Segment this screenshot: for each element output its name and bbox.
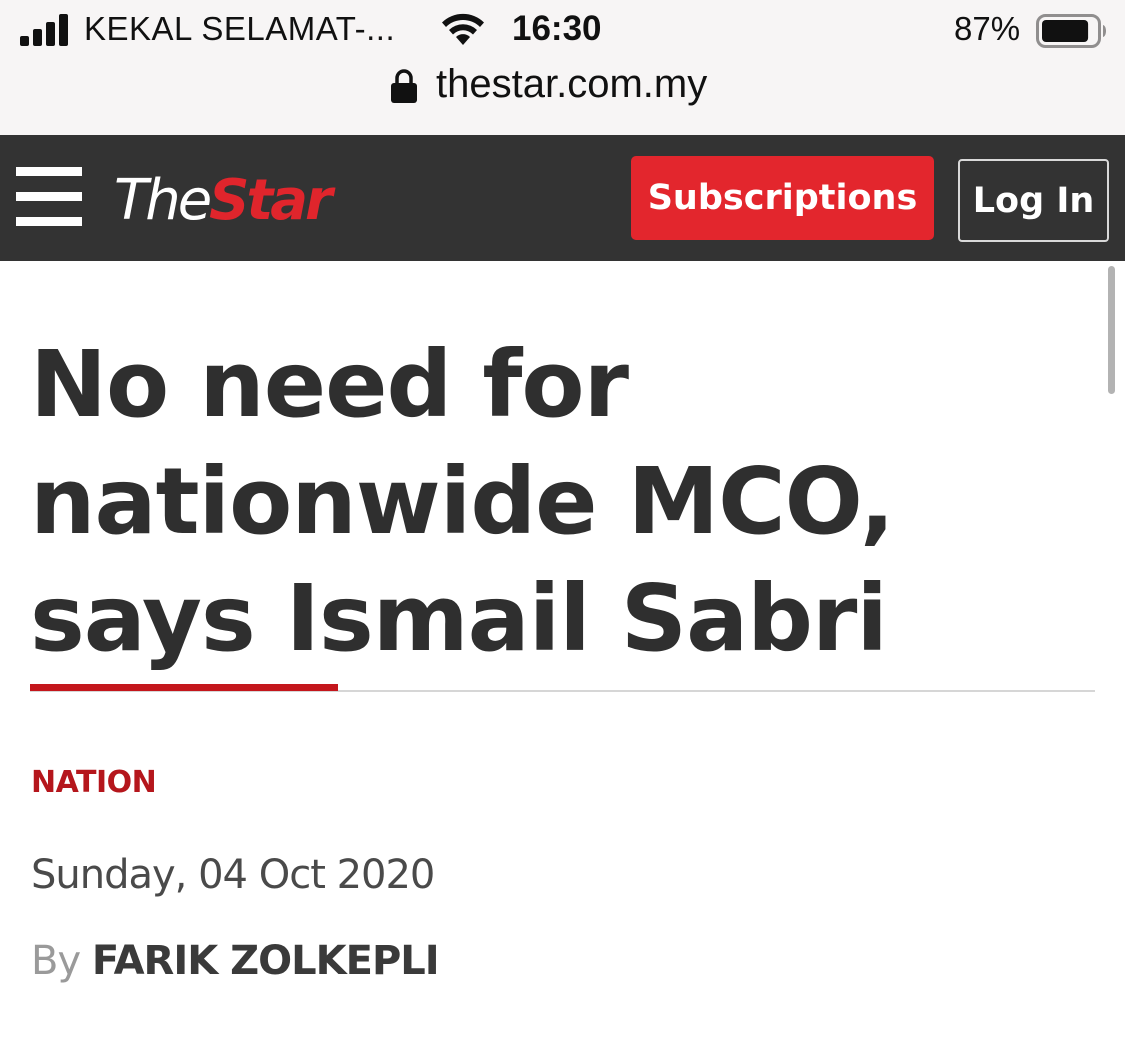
subscriptions-button[interactable]: Subscriptions: [631, 156, 934, 240]
lock-icon: [391, 69, 417, 103]
wifi-icon: [442, 13, 484, 45]
login-button[interactable]: Log In: [958, 159, 1109, 242]
logo-star: Star: [209, 168, 333, 233]
url-bar[interactable]: thestar.com.my: [436, 62, 707, 107]
thestar-logo[interactable]: TheStar: [114, 173, 333, 229]
status-bar: KEKAL SELAMAT-... 16:30 87% thestar.com.…: [0, 0, 1125, 135]
logo-the: The: [114, 168, 212, 233]
byline-prefix: By: [31, 938, 81, 984]
category-link[interactable]: NATION: [31, 765, 157, 800]
byline: By FARIK ZOLKEPLI: [31, 938, 440, 984]
scrollbar[interactable]: [1108, 266, 1115, 394]
publish-date: Sunday, 04 Oct 2020: [31, 852, 435, 898]
headline-accent-bar: [30, 684, 338, 691]
battery-percentage: 87%: [954, 10, 1021, 47]
hamburger-menu-icon[interactable]: [16, 167, 82, 227]
clock: 16:30: [512, 9, 602, 48]
signal-bars-icon: [20, 14, 68, 46]
author-link[interactable]: FARIK ZOLKEPLI: [92, 938, 440, 984]
site-header: TheStar Subscriptions Log In: [0, 135, 1125, 261]
carrier-name: KEKAL SELAMAT-...: [84, 10, 396, 47]
article-headline: No need for nationwide MCO, says Ismail …: [30, 331, 895, 672]
battery-icon: [1036, 14, 1106, 48]
